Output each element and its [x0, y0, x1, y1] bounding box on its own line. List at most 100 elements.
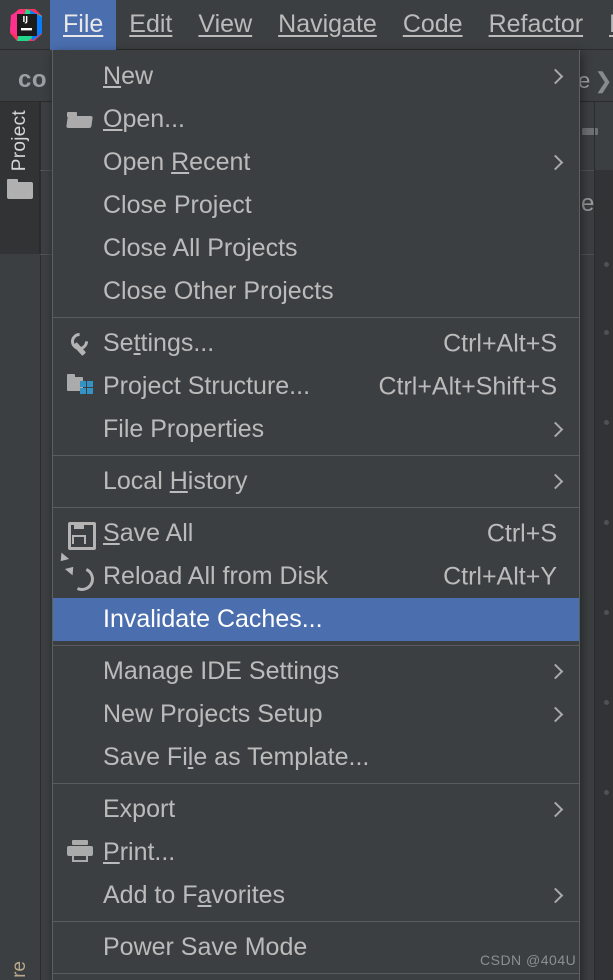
menu-item-open-recent[interactable]: Open Recent: [53, 141, 579, 184]
menu-item-save-file-as-template-label: Save File as Template...: [103, 743, 370, 771]
menu-item-invalidate-caches[interactable]: Invalidate Caches...: [53, 598, 579, 641]
chevron-right-icon: [549, 886, 561, 906]
menu-item-file-properties-label: File Properties: [103, 415, 265, 443]
menu-separator: [53, 783, 579, 784]
scrollbar-mark: [604, 420, 609, 425]
print-icon: [61, 839, 93, 866]
editor-gutter-marker: [582, 128, 598, 135]
menu-refactor[interactable]: Refactor: [476, 0, 596, 50]
folder-icon: [7, 179, 33, 200]
sidebar-item-project[interactable]: Project: [0, 102, 40, 254]
menu-item-new-projects-setup-label: New Projects Setup: [103, 700, 323, 728]
menu-item-new-label: New: [103, 62, 154, 90]
breadcrumb-tail: e❯(: [578, 68, 613, 94]
menu-separator: [53, 973, 579, 974]
file-menu-dropdown: New Open... Open Recent Close Project Cl…: [52, 50, 580, 980]
menu-refactor-label: Refactor: [488, 10, 584, 38]
menu-code-label: Code: [402, 10, 463, 38]
menu-view-label: View: [198, 10, 253, 38]
menu-item-add-to-favorites-label: Add to Favorites: [103, 881, 286, 909]
menu-item-open[interactable]: Open...: [53, 98, 579, 141]
menu-item-file-properties[interactable]: File Properties: [53, 408, 579, 451]
menu-item-close-other-projects[interactable]: Close Other Projects: [53, 270, 579, 313]
breadcrumb-text: co: [18, 66, 48, 93]
chevron-right-icon: ❯: [594, 68, 613, 93]
menu-item-settings-shortcut: Ctrl+Alt+S: [443, 329, 557, 357]
wrench-icon: [67, 331, 93, 357]
menu-item-close-project[interactable]: Close Project: [53, 184, 579, 227]
watermark: CSDN @404U: [480, 952, 577, 968]
menu-item-close-project-label: Close Project: [103, 191, 252, 219]
tool-window-divider: [40, 102, 41, 980]
chevron-right-icon: [549, 67, 561, 87]
menu-item-project-structure-shortcut: Ctrl+Alt+Shift+S: [378, 372, 557, 400]
chevron-right-icon: [549, 800, 561, 820]
menu-item-print[interactable]: Print...: [53, 831, 579, 874]
chevron-right-icon: [549, 472, 561, 492]
sidebar-item-structure[interactable]: re: [0, 894, 40, 980]
intellij-idea-logo-icon: IJ: [8, 7, 44, 43]
menu-build[interactable]: Bu: [596, 0, 613, 50]
menu-view[interactable]: View: [185, 0, 265, 50]
menu-item-save-all-shortcut: Ctrl+S: [486, 519, 557, 547]
save-icon: [67, 521, 93, 547]
menu-item-close-all-projects[interactable]: Close All Projects: [53, 227, 579, 270]
menu-item-manage-ide-settings[interactable]: Manage IDE Settings: [53, 650, 579, 693]
menu-item-local-history-label: Local History: [103, 467, 248, 495]
menu-edit[interactable]: Edit: [116, 0, 185, 50]
menu-item-print-label: Print...: [103, 838, 176, 866]
menu-item-settings-label: Settings...: [103, 329, 215, 357]
menu-item-new-projects-setup[interactable]: New Projects Setup: [53, 693, 579, 736]
menu-item-power-save-mode-label: Power Save Mode: [103, 933, 308, 961]
menu-item-add-to-favorites[interactable]: Add to Favorites: [53, 874, 579, 917]
scrollbar-mark: [604, 520, 609, 525]
menu-separator: [53, 507, 579, 508]
modules-icon: [67, 373, 93, 400]
sidebar-item-project-label: Project: [9, 110, 30, 172]
menu-item-save-all[interactable]: Save All Ctrl+S: [53, 512, 579, 555]
reload-icon: [56, 552, 93, 590]
menu-item-settings[interactable]: Settings... Ctrl+Alt+S: [53, 322, 579, 365]
scrollbar-mark: [604, 790, 609, 795]
chevron-right-icon: [549, 662, 561, 682]
scrollbar-mark: [604, 262, 609, 267]
menu-item-save-file-as-template[interactable]: Save File as Template...: [53, 736, 579, 779]
menu-item-new[interactable]: New: [53, 55, 579, 98]
menu-separator: [53, 317, 579, 318]
menu-code[interactable]: Code: [390, 0, 476, 50]
menu-separator: [53, 645, 579, 646]
chevron-right-icon: [549, 705, 561, 725]
sidebar-item-structure-label: re: [9, 961, 30, 978]
menu-item-open-recent-label: Open Recent: [103, 148, 251, 176]
menu-item-reload-all-from-disk-label: Reload All from Disk: [103, 562, 329, 590]
scrollbar-mark: [604, 700, 609, 705]
menu-item-reload-all-from-disk-shortcut: Ctrl+Alt+Y: [443, 562, 557, 590]
menu-bar: IJ File Edit View Navigate Code Refactor…: [0, 0, 613, 50]
menu-edit-label: Edit: [129, 10, 173, 38]
menu-navigate-label: Navigate: [278, 10, 377, 38]
menu-separator: [53, 455, 579, 456]
menu-separator: [53, 921, 579, 922]
svg-text:IJ: IJ: [23, 15, 29, 24]
menu-item-export[interactable]: Export: [53, 788, 579, 831]
menu-item-open-label: Open...: [103, 105, 186, 133]
folder-open-icon: [67, 107, 93, 133]
menu-item-invalidate-caches-label: Invalidate Caches...: [103, 605, 323, 633]
menu-item-manage-ide-settings-label: Manage IDE Settings: [103, 657, 340, 685]
menu-item-export-label: Export: [103, 795, 176, 823]
scrollbar-mark: [604, 330, 609, 335]
chevron-right-icon: [549, 153, 561, 173]
menu-item-project-structure-label: Project Structure...: [103, 372, 311, 400]
menu-file[interactable]: File: [50, 0, 117, 50]
menu-item-local-history[interactable]: Local History: [53, 460, 579, 503]
menu-build-label: Bu: [609, 10, 613, 39]
menu-navigate[interactable]: Navigate: [265, 0, 390, 50]
scrollbar-mark: [604, 610, 609, 615]
menu-item-reload-all-from-disk[interactable]: Reload All from Disk Ctrl+Alt+Y: [53, 552, 579, 598]
menu-item-close-all-projects-label: Close All Projects: [103, 234, 298, 262]
menu-item-project-structure[interactable]: Project Structure... Ctrl+Alt+Shift+S: [53, 365, 579, 408]
chevron-right-icon: [549, 420, 561, 440]
menu-file-label: File: [63, 10, 104, 38]
menu-item-close-other-projects-label: Close Other Projects: [103, 277, 334, 305]
ide-window: co e❯( Project re er IJ: [0, 0, 613, 980]
